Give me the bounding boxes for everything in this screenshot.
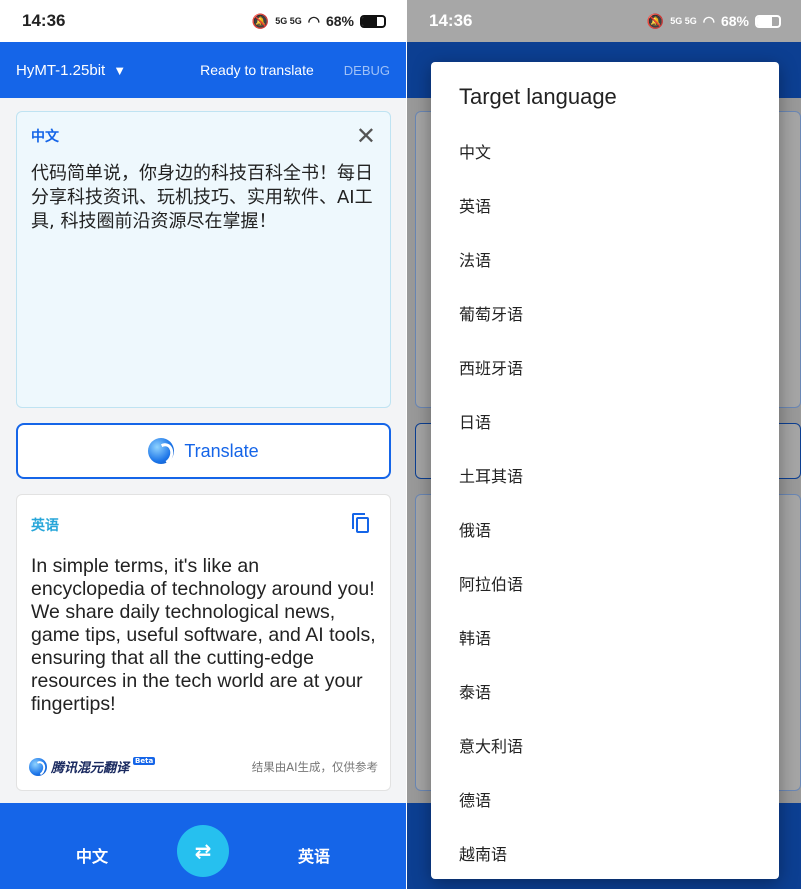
translate-button-label: Translate [184, 440, 259, 461]
language-option-japanese[interactable]: 日语 [459, 394, 779, 448]
language-picker-screen: 14:36 🔕 5G 5G ◠ 68% Target language 中文 英… [407, 0, 801, 889]
language-option-german[interactable]: 德语 [459, 772, 779, 826]
signal-icon: 5G 5G [275, 16, 302, 26]
language-option-turkish[interactable]: 土耳其语 [459, 448, 779, 502]
source-language-button[interactable]: 中文 [76, 843, 108, 867]
language-option-spanish[interactable]: 西班牙语 [459, 340, 779, 394]
result-footer: 腾讯混元翻译 Beta 结果由AI生成，仅供参考 [29, 757, 378, 776]
mute-icon: 🔕 [251, 12, 270, 29]
clear-icon[interactable]: ✕ [356, 124, 376, 148]
translate-button[interactable]: Translate [16, 423, 391, 479]
language-option-italian[interactable]: 意大利语 [459, 718, 779, 772]
bottom-bar: 中文 ⇄ 英语 [0, 803, 406, 889]
target-language-dialog: Target language 中文 英语 法语 葡萄牙语 西班牙语 日语 土耳… [431, 62, 779, 879]
source-text-input[interactable]: 代码简单说，你身边的科技百科全书！每日分享科技资讯、玩机技巧、实用软件、AI工具… [31, 162, 376, 234]
brand-tag: Beta [133, 757, 156, 765]
language-option-french[interactable]: 法语 [459, 232, 779, 286]
swap-languages-button[interactable]: ⇄ [177, 825, 229, 877]
language-option-thai[interactable]: 泰语 [459, 664, 779, 718]
language-option-russian[interactable]: 俄语 [459, 502, 779, 556]
language-option-portuguese[interactable]: 葡萄牙语 [459, 286, 779, 340]
ai-disclaimer: 结果由AI生成，仅供参考 [251, 759, 378, 774]
main-screen: 14:36 🔕 5G 5G ◠ 68% HyMT-1.25bit ▼ Ready… [0, 0, 406, 889]
language-option-chinese[interactable]: 中文 [459, 124, 779, 178]
battery-percent: 68% [720, 13, 749, 29]
copy-icon[interactable] [352, 513, 370, 533]
battery-icon [755, 14, 781, 28]
status-icons: 🔕 5G 5G ◠ 68% [252, 13, 386, 30]
hunyuan-logo-icon [148, 438, 175, 464]
language-option-english[interactable]: 英语 [459, 178, 779, 232]
model-name: HyMT-1.25bit [16, 61, 106, 79]
signal-icon: 5G 5G [670, 16, 697, 26]
status-icons: 🔕 5G 5G ◠ 68% [647, 13, 781, 30]
status-time: 14:36 [22, 11, 66, 30]
status-bar: 14:36 🔕 5G 5G ◠ 68% [0, 0, 406, 42]
debug-button[interactable]: DEBUG [344, 63, 390, 78]
battery-percent: 68% [325, 13, 354, 29]
caret-down-icon: ▼ [113, 62, 127, 78]
brand-logo: 腾讯混元翻译 Beta [29, 757, 156, 776]
wifi-icon: ◠ [702, 12, 715, 29]
status-bar: 14:36 🔕 5G 5G ◠ 68% [407, 0, 801, 42]
app-bar: HyMT-1.25bit ▼ Ready to translate DEBUG [0, 42, 406, 98]
source-language-label: 中文 [31, 129, 59, 145]
language-option-vietnamese[interactable]: 越南语 [459, 826, 779, 880]
wifi-icon: ◠ [307, 12, 320, 29]
result-card: 英语 In simple terms, it's like an encyclo… [16, 494, 391, 791]
language-option-korean[interactable]: 韩语 [459, 610, 779, 664]
battery-icon [360, 14, 386, 28]
swap-arrows-icon: ⇄ [194, 839, 212, 863]
language-option-arabic[interactable]: 阿拉伯语 [459, 556, 779, 610]
status-time: 14:36 [429, 11, 473, 30]
target-language-label: 英语 [31, 518, 59, 534]
hunyuan-logo-icon [29, 757, 47, 776]
result-text: In simple terms, it's like an encycloped… [31, 555, 376, 715]
target-language-button[interactable]: 英语 [298, 843, 330, 867]
language-option-list: 中文 英语 法语 葡萄牙语 西班牙语 日语 土耳其语 俄语 阿拉伯语 韩语 泰语… [459, 124, 779, 880]
mute-icon: 🔕 [646, 12, 665, 29]
app-status: Ready to translate [200, 62, 314, 78]
brand-name: 腾讯混元翻译 [51, 761, 130, 776]
dialog-title: Target language [459, 84, 617, 109]
model-selector[interactable]: HyMT-1.25bit ▼ [16, 62, 126, 79]
source-card[interactable]: 中文 ✕ 代码简单说，你身边的科技百科全书！每日分享科技资讯、玩机技巧、实用软件… [16, 111, 391, 408]
